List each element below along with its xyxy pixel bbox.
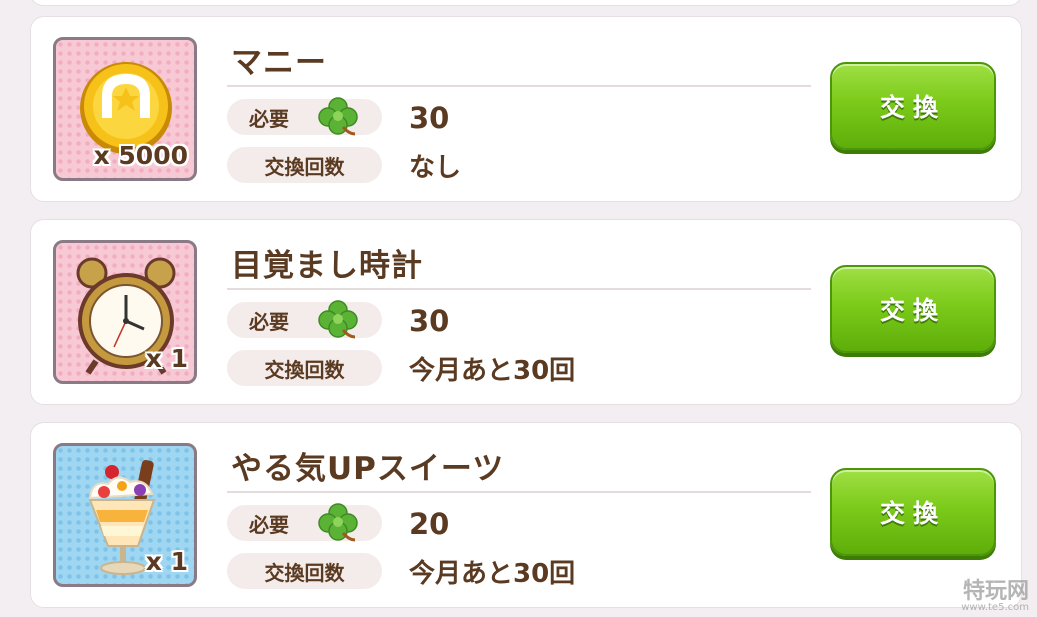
exchange-button[interactable]: 交換 [830,468,996,556]
divider [227,85,811,87]
watermark-sub: www.te5.com [961,602,1029,613]
previous-card-edge [30,0,1022,6]
item-name: やる気UPスイーツ [231,451,505,487]
watermark: 特玩网 www.te5.com [961,581,1029,613]
exchange-item-card: x 1 目覚まし時計 必要 30 交換回数 今月あと30回 交換 [30,219,1022,405]
required-label: 必要 [249,106,289,131]
item-name: 目覚まし時計 [231,248,423,284]
required-value: 20 [409,507,450,541]
item-name: マニー [231,45,327,81]
exchange-button[interactable]: 交換 [830,265,996,353]
required-label-pill: 必要 [227,503,382,542]
count-label: 交換回数 [264,357,345,382]
item-thumbnail: x 5000 [53,37,197,181]
exchange-list: x 5000 マニー 必要 30 交換回数 なし 交換 x 1 目覚まし時計 必… [30,16,1022,617]
divider [227,288,811,290]
clover-icon [318,97,358,136]
required-label-pill: 必要 [227,97,382,136]
count-label-pill: 交換回数 [227,553,382,589]
count-value: 今月あと30回 [409,356,576,386]
count-label-pill: 交換回数 [227,147,382,183]
item-quantity: x 1 [145,547,188,576]
count-label: 交換回数 [264,154,345,179]
clover-icon [318,300,358,339]
exchange-item-card: x 1 やる気UPスイーツ 必要 20 交換回数 今月あと30回 交換 [30,422,1022,608]
item-thumbnail: x 1 [53,443,197,587]
watermark-main: 特玩网 [962,579,1029,604]
count-value: なし [409,153,462,183]
count-label-pill: 交換回数 [227,350,382,386]
count-value: 今月あと30回 [409,559,576,589]
clover-icon [318,503,358,542]
item-quantity: x 1 [145,344,188,373]
item-quantity: x 5000 [93,141,188,170]
item-thumbnail: x 1 [53,240,197,384]
exchange-button[interactable]: 交換 [830,62,996,150]
required-value: 30 [409,101,450,135]
divider [227,491,811,493]
required-label: 必要 [249,309,289,334]
required-value: 30 [409,304,450,338]
required-label-pill: 必要 [227,300,382,339]
required-label: 必要 [249,512,289,537]
count-label: 交換回数 [264,560,345,585]
exchange-item-card: x 5000 マニー 必要 30 交換回数 なし 交換 [30,16,1022,202]
